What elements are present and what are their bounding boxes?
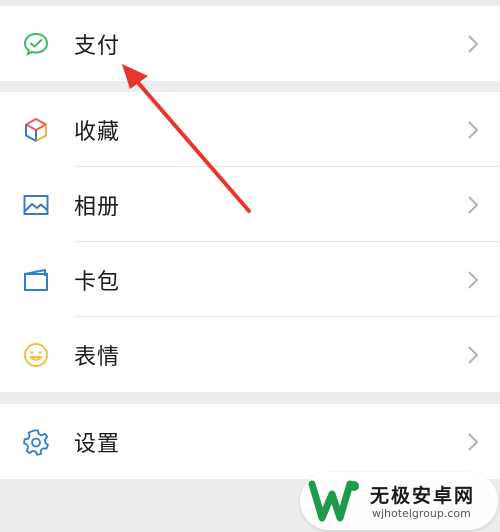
- watermark-badge: 无极安卓网 wjhotelgroup.com: [300, 472, 498, 530]
- favorites-icon: [22, 116, 50, 144]
- settings-group: 设置: [0, 404, 500, 479]
- menu-item-label: 表情: [74, 344, 121, 370]
- watermark-logo-icon: [308, 480, 359, 522]
- menu-item-favorites[interactable]: 收藏: [0, 92, 500, 167]
- menu-item-album[interactable]: 相册: [0, 167, 500, 242]
- chevron-right-icon: [468, 345, 479, 364]
- chevron-right-icon: [468, 34, 479, 53]
- menu-item-label: 收藏: [74, 119, 121, 145]
- chevron-right-icon: [468, 270, 479, 289]
- chevron-right-icon: [468, 195, 479, 214]
- collection-group: 收藏 相册 卡包 表情: [0, 92, 500, 392]
- me-page-menu: 支付 收藏 相册 卡包 表情 设置 无极安卓网 wjhotelgroup.com: [0, 0, 500, 532]
- pay-group: 支付: [0, 6, 500, 81]
- menu-item-label: 卡包: [74, 269, 121, 295]
- menu-item-card-wallet[interactable]: 卡包: [0, 242, 500, 317]
- settings-gear-icon: [22, 428, 50, 456]
- menu-item-settings[interactable]: 设置: [0, 404, 500, 479]
- menu-item-stickers[interactable]: 表情: [0, 317, 500, 392]
- menu-item-label: 支付: [74, 33, 121, 59]
- pay-icon: [22, 30, 50, 58]
- chevron-right-icon: [468, 120, 479, 139]
- menu-item-pay[interactable]: 支付: [0, 6, 500, 81]
- sticker-smile-icon: [22, 341, 50, 369]
- watermark-url: wjhotelgroup.com: [372, 507, 471, 520]
- chevron-right-icon: [468, 432, 479, 451]
- watermark-title: 无极安卓网: [370, 485, 476, 507]
- menu-item-label: 相册: [74, 194, 121, 220]
- card-wallet-icon: [22, 266, 50, 294]
- album-icon: [22, 191, 50, 219]
- menu-item-label: 设置: [74, 431, 121, 457]
